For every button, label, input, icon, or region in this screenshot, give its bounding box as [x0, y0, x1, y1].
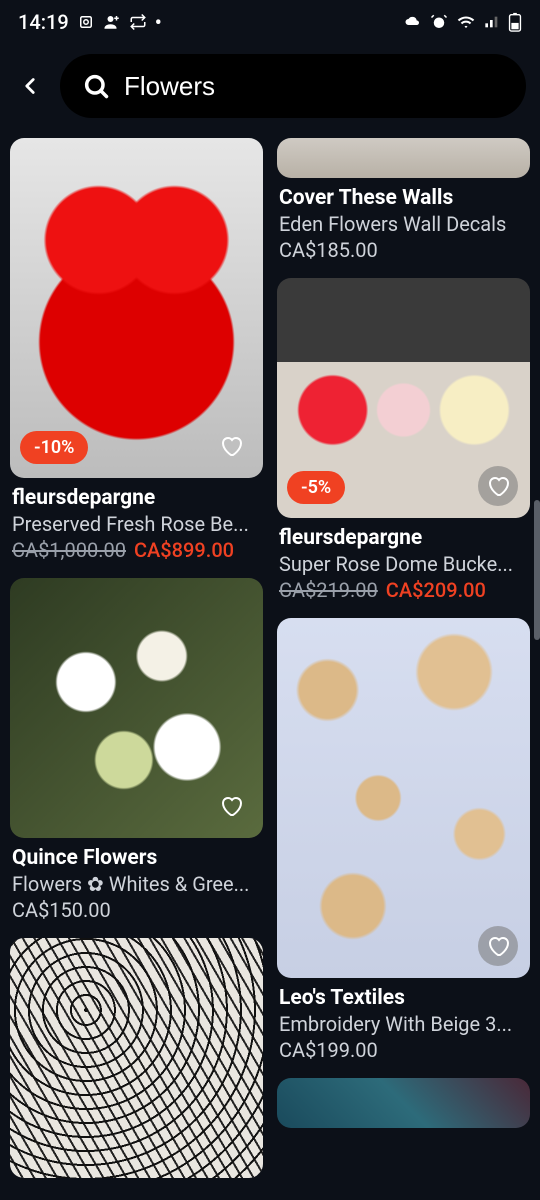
battery-icon [508, 12, 522, 32]
heart-icon [486, 934, 510, 958]
product-info: Leo's Textiles Embroidery With Beige 3..… [277, 978, 530, 1064]
product-card[interactable]: -5% fleursdepargne Super Rose Dome Bucke… [277, 278, 530, 604]
status-dot: • [155, 10, 162, 34]
favorite-button[interactable] [478, 926, 518, 966]
price-new: CA$209.00 [386, 578, 486, 602]
price-new: CA$899.00 [134, 538, 234, 562]
price-row: CA$219.00 CA$209.00 [279, 578, 528, 602]
chevron-left-icon [17, 73, 43, 99]
heart-icon [486, 474, 510, 498]
product-card[interactable] [10, 938, 263, 1178]
vendor-name: Cover These Walls [279, 186, 528, 210]
product-title: Embroidery With Beige 3... [279, 1012, 528, 1036]
add-person-icon [103, 13, 121, 31]
product-card[interactable]: Leo's Textiles Embroidery With Beige 3..… [277, 618, 530, 1064]
favorite-button[interactable] [478, 466, 518, 506]
price: CA$185.00 [279, 238, 378, 262]
grid-col-left: -10% fleursdepargne Preserved Fresh Rose… [10, 138, 263, 1178]
status-time: 14:19 [18, 10, 69, 34]
price-old: CA$219.00 [279, 578, 378, 602]
grid-col-right: Cover These Walls Eden Flowers Wall Deca… [277, 138, 530, 1178]
signal-icon [484, 13, 500, 31]
heart-icon [219, 434, 243, 458]
discount-badge: -10% [20, 431, 88, 464]
status-right [404, 12, 522, 32]
product-thumb[interactable] [277, 618, 530, 978]
back-button[interactable] [14, 70, 46, 102]
favorite-button[interactable] [211, 426, 251, 466]
vendor-name: fleursdepargne [12, 486, 261, 510]
alarm-icon [430, 13, 448, 31]
camera-icon [77, 13, 95, 31]
product-title: Eden Flowers Wall Decals [279, 212, 528, 236]
product-grid: -10% fleursdepargne Preserved Fresh Rose… [0, 138, 540, 1178]
product-thumb[interactable]: -10% [10, 138, 263, 478]
product-thumb[interactable] [10, 938, 263, 1178]
price-row: CA$1,000.00 CA$899.00 [12, 538, 261, 562]
scroll-indicator[interactable] [534, 500, 540, 640]
product-title: Flowers ✿ Whites & Gree... [12, 872, 261, 896]
price-old: CA$1,000.00 [12, 538, 126, 562]
repost-icon [129, 13, 147, 31]
product-info: fleursdepargne Super Rose Dome Bucke... … [277, 518, 530, 604]
product-card[interactable] [277, 1078, 530, 1128]
product-card[interactable]: Cover These Walls Eden Flowers Wall Deca… [277, 138, 530, 264]
search-icon [82, 72, 110, 100]
product-image [277, 138, 530, 178]
search-bar[interactable] [60, 54, 526, 118]
product-image [277, 1078, 530, 1128]
status-left: 14:19 • [18, 10, 162, 34]
search-input[interactable] [124, 71, 504, 102]
price-row: CA$185.00 [279, 238, 528, 262]
product-thumb[interactable] [10, 578, 263, 838]
product-thumb[interactable] [277, 1078, 530, 1128]
vendor-name: fleursdepargne [279, 526, 528, 550]
vendor-name: Leo's Textiles [279, 986, 528, 1010]
product-info: Cover These Walls Eden Flowers Wall Deca… [277, 178, 530, 264]
product-card[interactable]: -10% fleursdepargne Preserved Fresh Rose… [10, 138, 263, 564]
product-image [10, 938, 263, 1178]
price-row: CA$199.00 [279, 1038, 528, 1062]
vendor-name: Quince Flowers [12, 846, 261, 870]
product-card[interactable]: Quince Flowers Flowers ✿ Whites & Gree..… [10, 578, 263, 924]
price: CA$199.00 [279, 1038, 378, 1062]
cloud-icon [404, 13, 422, 31]
product-image [277, 618, 530, 978]
product-info: Quince Flowers Flowers ✿ Whites & Gree..… [10, 838, 263, 924]
discount-badge: -5% [287, 471, 345, 504]
product-info: fleursdepargne Preserved Fresh Rose Be..… [10, 478, 263, 564]
product-thumb[interactable]: -5% [277, 278, 530, 518]
header [0, 44, 540, 138]
status-bar: 14:19 • [0, 0, 540, 44]
price-row: CA$150.00 [12, 898, 261, 922]
product-thumb[interactable] [277, 138, 530, 178]
favorite-button[interactable] [211, 786, 251, 826]
product-title: Super Rose Dome Bucke... [279, 552, 528, 576]
wifi-icon [456, 13, 476, 31]
product-title: Preserved Fresh Rose Be... [12, 512, 261, 536]
price: CA$150.00 [12, 898, 111, 922]
heart-icon [219, 794, 243, 818]
